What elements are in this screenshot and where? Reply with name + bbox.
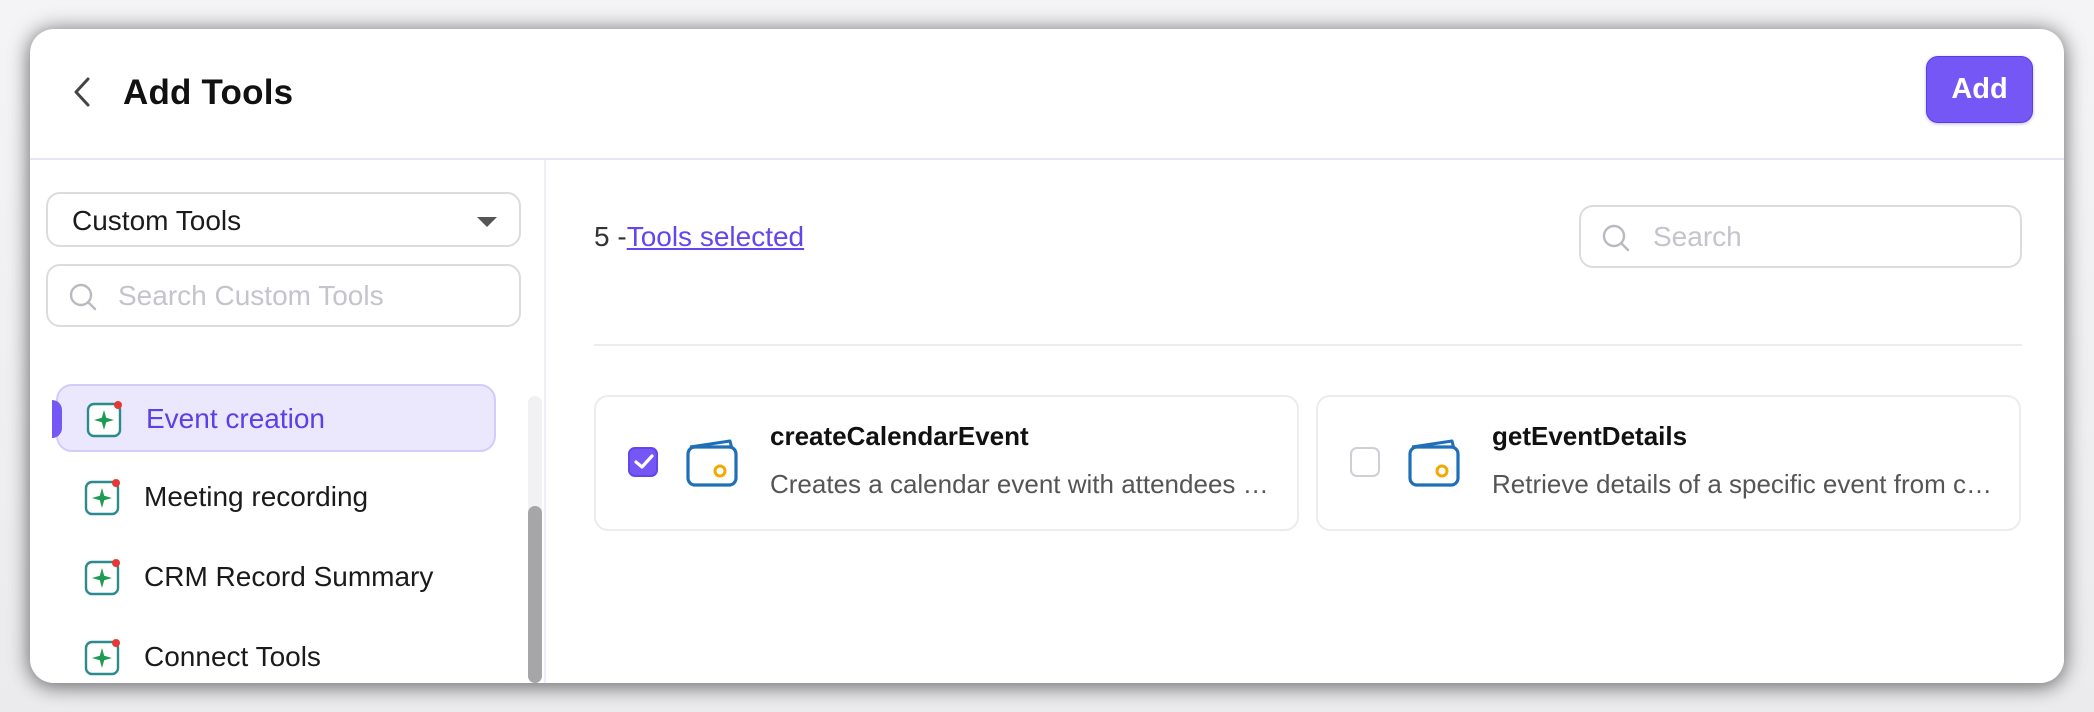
- sidebar-scrollbar[interactable]: [528, 396, 542, 683]
- sparkle-app-icon: [84, 638, 122, 676]
- sidebar-item-label: Event creation: [146, 403, 325, 434]
- sparkle-app-icon: [86, 400, 124, 438]
- active-indicator: [52, 400, 62, 438]
- sidebar-item-label: Meeting recording: [144, 481, 369, 512]
- dialog-header: Add Tools Add: [30, 29, 2064, 160]
- sidebar: Custom Tools Event creation: [30, 160, 544, 683]
- main-search-box: [1579, 205, 2022, 268]
- check-icon: [634, 454, 654, 469]
- search-icon: [68, 282, 98, 317]
- sidebar-item-crm-record-summary[interactable]: CRM Record Summary: [56, 544, 496, 612]
- calendar-icon: [1406, 435, 1464, 489]
- tool-card[interactable]: getEventDetails Retrieve details of a sp…: [1316, 395, 2021, 531]
- tool-name: getEventDetails: [1492, 421, 1688, 451]
- search-icon: [1601, 223, 1631, 258]
- divider: [594, 344, 2022, 346]
- tool-description: Retrieve details of a specific event fro…: [1492, 469, 1992, 499]
- sidebar-item-label: CRM Record Summary: [144, 561, 434, 592]
- tools-selected-link[interactable]: Tools selected: [627, 221, 804, 252]
- sidebar-item-event-creation[interactable]: Event creation: [52, 384, 496, 452]
- main-search-input[interactable]: [1653, 217, 2003, 257]
- scrollbar-thumb[interactable]: [528, 506, 542, 683]
- selected-count: 5 -: [594, 221, 627, 252]
- tool-checkbox-checked[interactable]: [628, 447, 658, 477]
- tool-name: createCalendarEvent: [770, 421, 1029, 451]
- calendar-icon: [684, 435, 742, 489]
- sparkle-app-icon: [84, 558, 122, 596]
- add-button[interactable]: Add: [1926, 56, 2033, 123]
- sidebar-search-box: [46, 264, 521, 327]
- selected-count-text: 5 -Tools selected: [594, 220, 804, 254]
- tool-checkbox-unchecked[interactable]: [1350, 447, 1380, 477]
- page-title: Add Tools: [123, 73, 294, 112]
- sidebar-item-label: Connect Tools: [144, 641, 321, 672]
- sidebar-item-meeting-recording[interactable]: Meeting recording: [56, 464, 496, 532]
- chevron-left-icon: [72, 76, 92, 113]
- sidebar-search-input[interactable]: [118, 276, 508, 316]
- tool-card[interactable]: createCalendarEvent Creates a calendar e…: [594, 395, 1299, 531]
- tool-type-dropdown[interactable]: Custom Tools: [46, 192, 521, 247]
- caret-down-icon: [477, 217, 497, 227]
- add-tools-dialog: Add Tools Add Custom Tools Search Custom…: [30, 29, 2064, 683]
- screen-background: Add Tools Add Custom Tools Search Custom…: [0, 0, 2094, 712]
- main-panel: 5 -Tools selected createCalendarEvent Cr…: [544, 160, 2064, 683]
- dropdown-selected-value: Custom Tools: [72, 205, 242, 236]
- sidebar-item-connect-tools[interactable]: Connect Tools: [56, 624, 496, 683]
- back-button[interactable]: [60, 69, 104, 119]
- tool-description: Creates a calendar event with attendees …: [770, 469, 1270, 499]
- sparkle-app-icon: [84, 478, 122, 516]
